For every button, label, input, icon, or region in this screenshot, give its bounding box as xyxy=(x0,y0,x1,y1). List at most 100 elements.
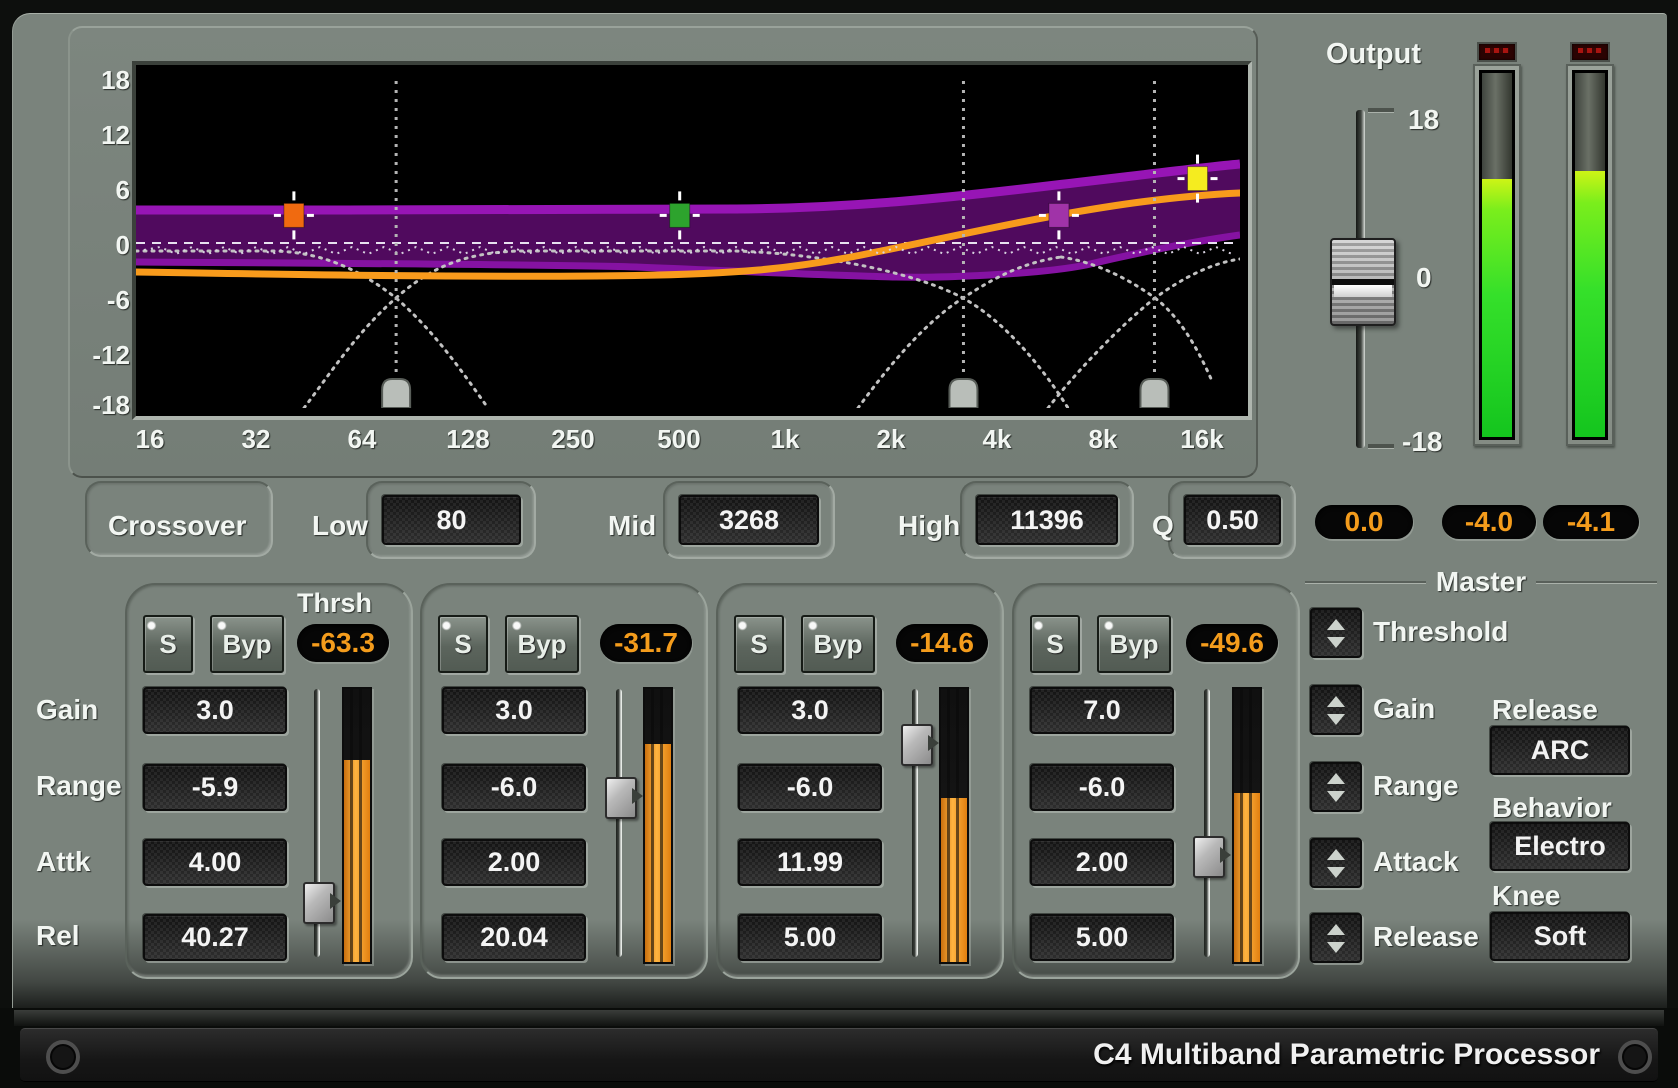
high-label: High xyxy=(898,510,960,542)
q-field[interactable]: 0.50 xyxy=(1184,495,1281,545)
crossover-handle[interactable] xyxy=(382,379,410,408)
meter-stripe xyxy=(947,689,950,962)
release-row-label: Rel xyxy=(36,920,80,952)
band-1-bypass-button[interactable]: Byp xyxy=(210,615,284,673)
band-4-threshold-readout[interactable]: -49.6 xyxy=(1186,624,1278,662)
high-band-marker[interactable] xyxy=(1188,167,1208,191)
knee-button[interactable]: Soft xyxy=(1490,912,1630,961)
band-4-bypass-button[interactable]: Byp xyxy=(1097,615,1171,673)
master-attack-label: Attack xyxy=(1373,846,1459,878)
peak-readout-left[interactable]: -4.0 xyxy=(1442,505,1536,539)
clip-led-left[interactable] xyxy=(1477,42,1517,62)
band-1-low: S Byp -63.3 3.0 -5.9 4.00 40.27 xyxy=(125,583,413,979)
band-1-gain-field[interactable]: 3.0 xyxy=(143,687,287,734)
mid-band-marker[interactable] xyxy=(670,203,690,227)
x-tick: 32 xyxy=(226,424,286,455)
waves-logo-icon xyxy=(1618,1040,1652,1074)
output-scale-18: 18 xyxy=(1408,104,1439,136)
mid-label: Mid xyxy=(608,510,656,542)
master-release-label: Release xyxy=(1373,921,1479,953)
output-gain-readout[interactable]: 0.0 xyxy=(1315,505,1413,539)
band-2-threshold-track[interactable] xyxy=(616,689,622,957)
band-2-threshold-readout[interactable]: -31.7 xyxy=(600,624,692,662)
x-tick: 8k xyxy=(1073,424,1133,455)
master-title: Master xyxy=(1436,566,1526,598)
band-1-meter-fill xyxy=(344,760,370,962)
band-2-low-mid: S Byp -31.7 3.0 -6.0 2.00 20.04 xyxy=(420,583,708,979)
band-1-meter xyxy=(342,687,372,964)
master-gain-stepper[interactable] xyxy=(1310,685,1362,735)
band-3-gain-field[interactable]: 3.0 xyxy=(738,687,882,734)
band-1-range-field[interactable]: -5.9 xyxy=(143,764,287,811)
meter-fill-right xyxy=(1575,171,1605,437)
band-3-solo-button[interactable]: S xyxy=(734,615,784,673)
x-tick: 128 xyxy=(438,424,498,455)
band-2-bypass-button[interactable]: Byp xyxy=(505,615,579,673)
band-2-solo-button[interactable]: S xyxy=(438,615,488,673)
band-4-meter xyxy=(1232,687,1262,964)
band-2-threshold-handle[interactable] xyxy=(605,777,637,819)
meter-stripe xyxy=(660,689,663,962)
low-crossover-field[interactable]: 80 xyxy=(382,495,521,545)
low-label: Low xyxy=(312,510,368,542)
y-tick: 6 xyxy=(86,175,130,206)
band-2-attack-field[interactable]: 2.00 xyxy=(442,839,586,886)
y-tick: 18 xyxy=(86,65,130,96)
output-label: Output xyxy=(1326,38,1421,71)
y-tick: 12 xyxy=(86,120,130,151)
band-4-solo-button[interactable]: S xyxy=(1030,615,1080,673)
band-3-threshold-readout[interactable]: -14.6 xyxy=(896,624,988,662)
band-2-gain-field[interactable]: 3.0 xyxy=(442,687,586,734)
output-meter-left xyxy=(1473,64,1521,446)
gain-row-label: Gain xyxy=(36,694,98,726)
master-release-stepper[interactable] xyxy=(1310,913,1362,963)
band-1-release-field[interactable]: 40.27 xyxy=(143,914,287,961)
mid-crossover-field[interactable]: 3268 xyxy=(679,495,819,545)
frequency-response-plot[interactable] xyxy=(136,65,1240,408)
band-4-gain-field[interactable]: 7.0 xyxy=(1030,687,1174,734)
band-4-high: S Byp -49.6 7.0 -6.0 2.00 5.00 xyxy=(1012,583,1300,979)
band-1-threshold-readout[interactable]: -63.3 xyxy=(297,624,389,662)
band-4-release-field[interactable]: 5.00 xyxy=(1030,914,1174,961)
footer-top-bevel xyxy=(14,1010,1664,1026)
crossover-handle[interactable] xyxy=(949,379,977,408)
y-tick: -18 xyxy=(86,390,130,421)
high-mid-band-marker[interactable] xyxy=(1049,203,1069,227)
master-section-header: Master xyxy=(1305,566,1657,598)
behavior-label: Behavior xyxy=(1492,792,1612,824)
band-4-range-field[interactable]: -6.0 xyxy=(1030,764,1174,811)
clip-led-right[interactable] xyxy=(1570,42,1610,62)
peak-readout-right[interactable]: -4.1 xyxy=(1543,505,1639,539)
band-1-threshold-handle[interactable] xyxy=(303,882,335,924)
low-band-marker[interactable] xyxy=(284,203,304,227)
band-1-attack-field[interactable]: 4.00 xyxy=(143,839,287,886)
band-3-threshold-handle[interactable] xyxy=(901,724,933,766)
release-mode-button[interactable]: ARC xyxy=(1490,726,1630,775)
master-range-stepper[interactable] xyxy=(1310,762,1362,812)
band-1-solo-button[interactable]: S xyxy=(143,615,193,673)
band-3-release-field[interactable]: 5.00 xyxy=(738,914,882,961)
y-tick: -6 xyxy=(86,285,130,316)
crossover-label: Crossover xyxy=(108,510,247,542)
high-crossover-field[interactable]: 11396 xyxy=(976,495,1118,545)
x-tick: 250 xyxy=(543,424,603,455)
band-4-attack-field[interactable]: 2.00 xyxy=(1030,839,1174,886)
output-scale-0: 0 xyxy=(1416,262,1432,294)
band-4-threshold-track[interactable] xyxy=(1204,689,1210,957)
band-2-release-field[interactable]: 20.04 xyxy=(442,914,586,961)
x-tick: 500 xyxy=(649,424,709,455)
master-attack-stepper[interactable] xyxy=(1310,838,1362,888)
band-2-range-field[interactable]: -6.0 xyxy=(442,764,586,811)
master-threshold-stepper[interactable] xyxy=(1310,608,1362,658)
x-tick: 2k xyxy=(861,424,921,455)
output-meter-right xyxy=(1566,64,1614,446)
x-tick: 16k xyxy=(1172,424,1232,455)
band-3-range-field[interactable]: -6.0 xyxy=(738,764,882,811)
output-fader-handle[interactable] xyxy=(1330,238,1396,326)
band-3-bypass-button[interactable]: Byp xyxy=(801,615,875,673)
knee-label: Knee xyxy=(1492,880,1560,912)
crossover-handle[interactable] xyxy=(1140,379,1168,408)
band-3-attack-field[interactable]: 11.99 xyxy=(738,839,882,886)
band-4-threshold-handle[interactable] xyxy=(1193,836,1225,878)
behavior-button[interactable]: Electro xyxy=(1490,822,1630,871)
